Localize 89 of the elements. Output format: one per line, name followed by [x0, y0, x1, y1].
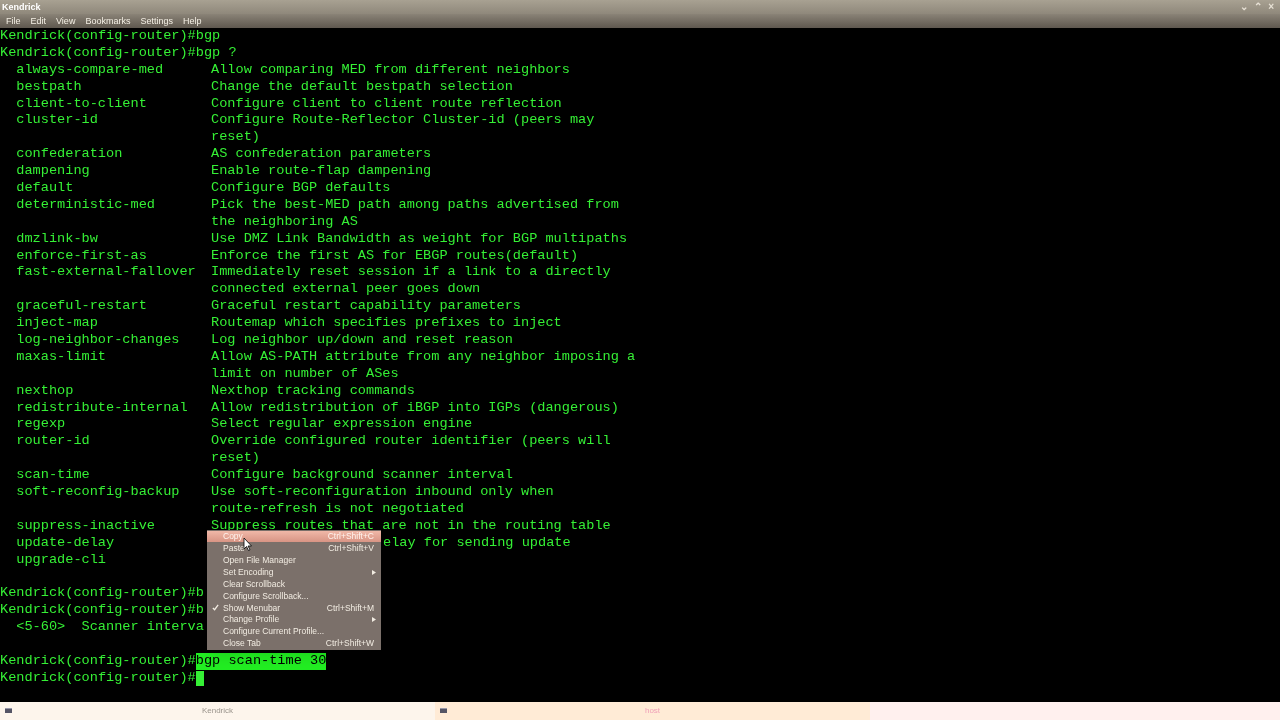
menu-item[interactable]: Paste Ctrl+Shift+V [207, 542, 381, 555]
command-description: reset) [211, 129, 260, 147]
menu-item[interactable]: Open File Manager [207, 554, 381, 567]
command-description: Use soft-reconfiguration inbound only when [211, 484, 554, 501]
command-description: Log neighbor up/down and reset reason [211, 332, 513, 349]
output-text: <5-60> Scanner interva [16, 619, 204, 635]
prompt-text: Kendrick(config-router)# [0, 669, 196, 687]
terminal-icon [440, 708, 447, 713]
prompt-text: Kendrick(config-router)# [0, 585, 196, 603]
command-name: graceful-restart [16, 298, 147, 314]
command-description: Suppress routes that are not in the routing table [211, 517, 611, 533]
window-title: Kendrick [1, 2, 41, 12]
menu-item[interactable]: View [54, 16, 78, 26]
command-description: limit on number of ASes [211, 365, 399, 383]
command-description: Enforce the first AS for EBGP routes(default) [211, 247, 579, 265]
menu-item[interactable]: Show Menubar Ctrl+Shift+M [207, 601, 381, 614]
command-text: b [195, 602, 204, 620]
command-description: Nexthop tracking commands [211, 382, 415, 400]
selected-text: bgp scan-time 30 [195, 652, 327, 670]
command-name: deterministic-med [16, 196, 155, 212]
command-name: default [16, 180, 74, 195]
command-text: b [195, 585, 204, 603]
menu-item[interactable]: Set Encoding [207, 566, 381, 579]
menu-item[interactable]: Clear Scrollback [207, 578, 381, 590]
menu-item[interactable]: Help [180, 16, 204, 26]
menu-item[interactable]: Configure Scrollback... [207, 589, 381, 602]
command-description: Allow AS-PATH attribute from any neighbor imposing a [211, 348, 636, 366]
command-name: dampening [16, 163, 90, 179]
command-name: bestpath [16, 78, 82, 94]
menu-item[interactable]: Change Profile [207, 613, 381, 626]
command-description: the neighboring AS [211, 213, 358, 231]
command-name: log-neighbor-changes [16, 332, 180, 348]
prompt-text: Kendrick(config-router)# [0, 602, 196, 620]
command-description: Pick the best-MED path among paths advertised from [211, 196, 619, 214]
command-name: suppress-inactive [16, 517, 155, 533]
menu-item[interactable]: Bookmarks [83, 16, 133, 26]
shortcut-text: Ctrl+Shift+V [328, 544, 375, 553]
command-description: Graceful restart capability parameters [211, 298, 521, 316]
command-description: Routemap which specifies prefixes to inject [211, 315, 562, 333]
menu-item[interactable]: File [4, 16, 23, 26]
command-name: dmzlink-bw [16, 230, 98, 246]
shortcut-text: Ctrl+Shift+W [325, 639, 375, 648]
command-name: scan-time [16, 467, 90, 483]
command-description: Configure client to client route reflection [211, 95, 562, 113]
menu-item[interactable]: Edit [28, 16, 49, 26]
terminal-icon [5, 708, 12, 713]
command-name: inject-map [16, 315, 98, 331]
shortcut-text: Ctrl+Shift+C [327, 532, 375, 541]
command-description: Allow redistribution of iBGP into IGPs (dangerous) [211, 399, 619, 417]
command-name: router-id [16, 433, 90, 449]
command-name: confederation [16, 146, 123, 162]
command-description: Select regular expression engine [211, 416, 473, 434]
command-text: bgp [195, 28, 221, 45]
command-name: nexthop [16, 382, 74, 398]
command-description: AS confederation parameters [211, 146, 432, 164]
prompt-text: Kendrick(config-router)# [0, 652, 196, 670]
command-description: reset) [211, 450, 260, 468]
command-description: Configure background scanner interval [211, 467, 513, 485]
command-text: bgp ? [195, 44, 237, 62]
command-description: route-refresh is not negotiated [211, 500, 464, 518]
shortcut-text: Ctrl+Shift+M [326, 603, 375, 613]
command-name: update-delay [16, 534, 115, 550]
menu-item[interactable]: Close Tab Ctrl+Shift+W [207, 637, 381, 650]
command-name: cluster-id [16, 112, 98, 128]
command-description: elay for sending update [383, 534, 571, 552]
command-description: Configure Route-Reflector Cluster-id (peers may [211, 112, 595, 130]
command-description: Allow comparing MED from different neighbors [211, 61, 570, 79]
tab[interactable]: Kendrick [0, 702, 435, 720]
command-name: redistribute-internal [16, 399, 188, 415]
command-description: Configure BGP defaults [211, 180, 391, 197]
command-name: regexp [16, 416, 66, 432]
command-description: connected external peer goes down [211, 281, 481, 299]
command-description: Use DMZ Link Bandwidth as weight for BGP multipaths [211, 230, 628, 248]
command-name: upgrade-cli [16, 551, 107, 567]
command-name: soft-reconfig-backup [16, 484, 180, 500]
command-name: always-compare-med [16, 61, 164, 77]
command-description: Change the default bestpath selection [211, 78, 513, 96]
command-name: enforce-first-as [16, 247, 147, 263]
prompt-text: Kendrick(config-router)# [0, 28, 196, 45]
menu-item[interactable]: Configure Current Profile... [207, 625, 381, 638]
command-description: Override configured router identifier (peers will [211, 433, 611, 451]
prompt-text: Kendrick(config-router)# [0, 44, 196, 62]
command-description: Enable route-flap dampening [211, 163, 432, 180]
pointer-icon [243, 537, 253, 551]
menu-item[interactable]: Settings [138, 16, 175, 26]
command-name: maxas-limit [16, 348, 107, 364]
command-name: fast-external-fallover [16, 264, 196, 280]
command-name: client-to-client [16, 95, 147, 111]
command-description: Immediately reset session if a link to a directly [211, 264, 611, 282]
